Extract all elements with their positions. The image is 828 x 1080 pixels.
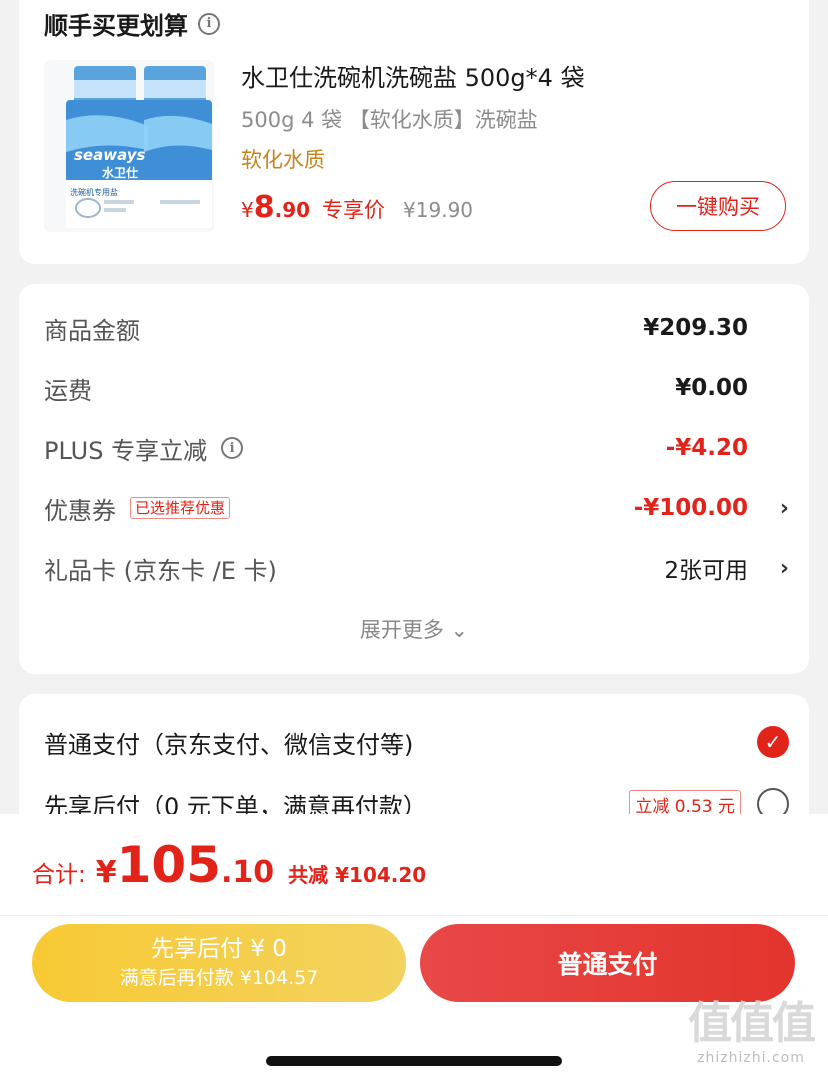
watermark-logo-text: 值值值 [688,998,816,1049]
summary-value: -¥100.00 [633,495,748,521]
original-price: ¥19.90 [403,198,474,222]
product-image[interactable]: seaways 水卫仕 洗碗机专用盐 [44,60,214,232]
deal-title-text: 顺手买更划算 [44,12,188,40]
summary-label: 礼品卡 (京东卡 /E 卡) [44,556,277,585]
summary-value: ¥209.30 [643,315,748,341]
coupon-selected-badge: 已选推荐优惠 [130,497,231,519]
summary-label-wrap: PLUS 专享立减 i [44,431,244,466]
total-label: 合计: [32,862,86,888]
expand-more-button[interactable]: 展开更多 ⌄ [19,614,809,644]
payment-option-normal[interactable]: 普通支付（京东支付、微信支付等) ✓ [44,722,789,762]
summary-label: 运费 [44,376,92,405]
summary-value: -¥4.20 [665,435,748,461]
normal-pay-button[interactable]: 普通支付 [420,924,795,1002]
total-integer: 105 [116,836,221,894]
price-integer: 8 [253,190,275,225]
watermark-logo: 值值值 zhizhizhi.com [676,999,826,1067]
product-image-brand: seaways [74,146,146,164]
summary-row-goods-amount: 商品金额 ¥209.30 [44,308,789,348]
summary-row-plus-discount: PLUS 专享立减 i -¥4.20 [44,428,789,468]
info-icon[interactable]: i [198,12,220,35]
total-decimal: .10 [221,855,275,890]
product-price: ¥ 8 .90 专享价 ¥19.90 [241,190,473,225]
home-indicator[interactable] [266,1056,562,1066]
one-click-buy-button[interactable]: 一键购买 [650,181,786,231]
price-symbol: ¥ [241,198,254,222]
product-name[interactable]: 水卫仕洗碗机洗碗盐 500g*4 袋 [241,58,585,93]
summary-label: PLUS 专享立减 [44,436,208,465]
product-spec: 500g 4 袋 【软化水质】洗碗盐 [241,108,538,132]
deal-section-title: 顺手买更划算 i [44,6,220,41]
total-saved: 共减 ¥104.20 [288,863,427,887]
exclusive-price-label: 专享价 [322,198,386,222]
info-icon[interactable]: i [221,437,244,459]
summary-value: 2张可用 [664,558,748,584]
checkmark-icon[interactable]: ✓ [757,726,789,758]
pay-later-button[interactable]: 先享后付 ¥ 0 满意后再付款 ¥104.57 [32,924,406,1002]
summary-row-shipping: 运费 ¥0.00 [44,368,789,408]
summary-value: ¥0.00 [675,375,748,401]
checkout-bottom-bar: 合计: ¥ 105 .10 共减 ¥104.20 先享后付 ¥ 0 满意后再付款… [0,814,828,1080]
product-image-subtitle: 洗碗机专用盐 [70,187,118,197]
summary-row-coupon[interactable]: 优惠券 已选推荐优惠 -¥100.00 › [44,488,789,528]
product-image-name: 水卫仕 [102,165,138,180]
summary-row-gift-card[interactable]: 礼品卡 (京东卡 /E 卡) 2张可用 › [44,548,789,588]
summary-label: 商品金额 [44,316,140,345]
chevron-right-icon[interactable]: › [780,496,789,521]
product-tag: 软化水质 [241,148,325,172]
total-amount: 合计: ¥ 105 .10 共减 ¥104.20 [32,836,426,894]
order-summary-card: 商品金额 ¥209.30 运费 ¥0.00 PLUS 专享立减 i -¥4.20… [19,284,809,674]
divider [0,915,828,916]
price-decimal: .90 [274,198,311,222]
deal-card: 顺手买更划算 i seaways 水卫仕 洗碗机专用盐 水卫仕洗碗机洗碗盐 50… [19,0,809,264]
watermark-url: zhizhizhi.com [697,1050,805,1066]
pay-later-line2: 满意后再付款 ¥104.57 [119,967,319,989]
pay-later-line1: 先享后付 ¥ 0 [151,936,287,962]
chevron-right-icon[interactable]: › [780,556,789,581]
payment-option-label: 普通支付（京东支付、微信支付等) [44,730,414,759]
total-symbol: ¥ [95,855,117,890]
summary-label: 优惠券 [44,496,116,525]
summary-label-wrap: 优惠券 已选推荐优惠 [44,491,231,526]
